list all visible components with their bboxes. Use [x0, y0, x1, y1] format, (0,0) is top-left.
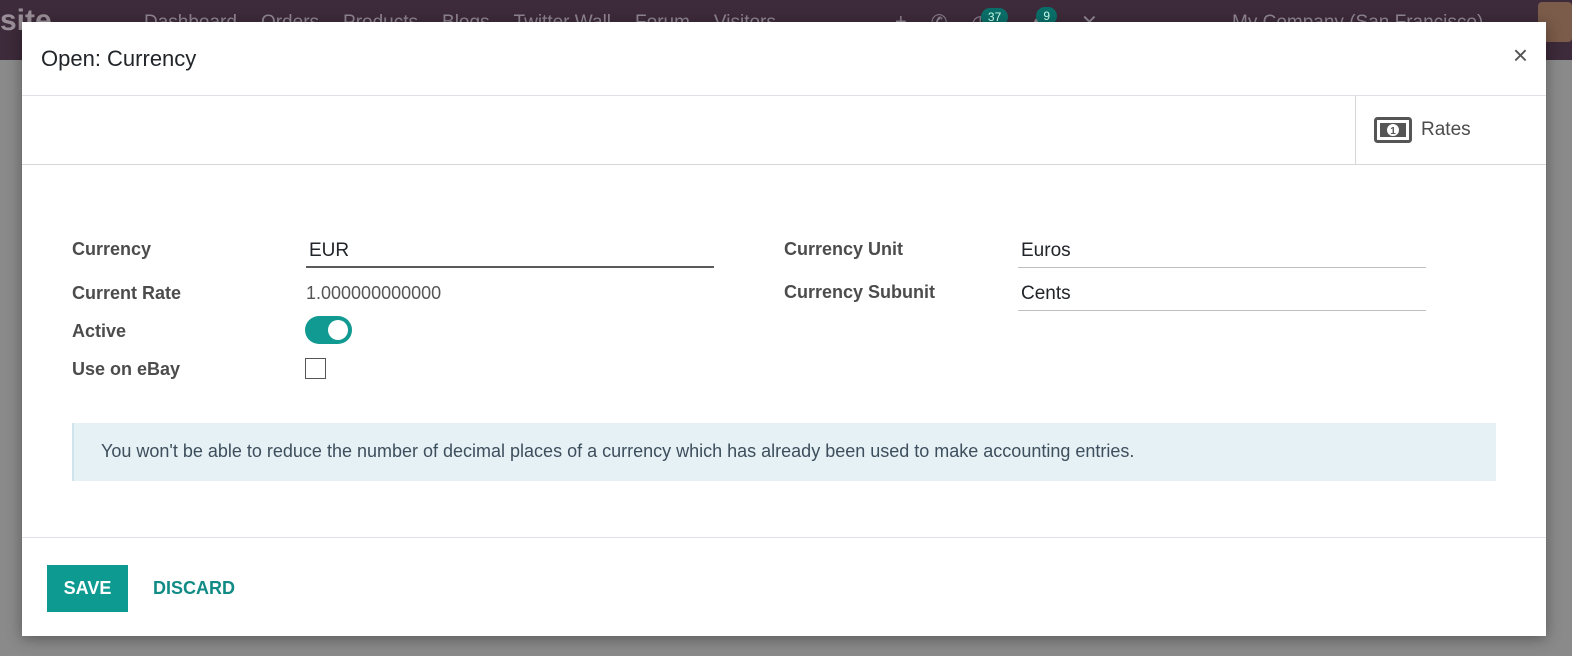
current-rate-value: 1.000000000000: [306, 283, 442, 303]
currency-unit-label: Currency Unit: [784, 239, 904, 259]
money-bill-icon: 1: [1374, 117, 1412, 143]
active-label: Active: [72, 321, 127, 341]
alert-text: You won't be able to reduce the number o…: [101, 441, 1135, 461]
currency-input[interactable]: EUR: [306, 236, 714, 268]
svg-text:1: 1: [1390, 126, 1396, 137]
dialog-footer: SAVE DISCARD: [22, 537, 1546, 636]
discard-button[interactable]: DISCARD: [153, 565, 235, 612]
active-toggle[interactable]: [305, 316, 352, 344]
currency-dialog: Open: Currency × 1 Rates Currency EUR Cu…: [22, 22, 1546, 636]
toggle-knob: [328, 320, 348, 340]
currency-label: Currency: [72, 239, 152, 259]
currency-subunit-label: Currency Subunit: [784, 282, 936, 302]
info-alert: You won't be able to reduce the number o…: [72, 423, 1496, 481]
close-icon[interactable]: ×: [1513, 42, 1528, 68]
smart-button-box: 1 Rates: [22, 96, 1546, 165]
rates-button[interactable]: 1 Rates: [1355, 96, 1546, 164]
save-button[interactable]: SAVE: [47, 565, 128, 612]
dialog-title: Open: Currency: [41, 46, 197, 71]
dialog-header: Open: Currency ×: [22, 22, 1546, 96]
currency-unit-input[interactable]: Euros: [1018, 236, 1426, 268]
current-rate-label: Current Rate: [72, 283, 182, 303]
use-on-ebay-checkbox[interactable]: [305, 358, 326, 379]
form-sheet: Currency EUR Current Rate 1.000000000000…: [22, 165, 1546, 537]
rates-label: Rates: [1421, 119, 1471, 140]
currency-subunit-input[interactable]: Cents: [1018, 279, 1426, 311]
use-on-ebay-label: Use on eBay: [72, 359, 181, 379]
